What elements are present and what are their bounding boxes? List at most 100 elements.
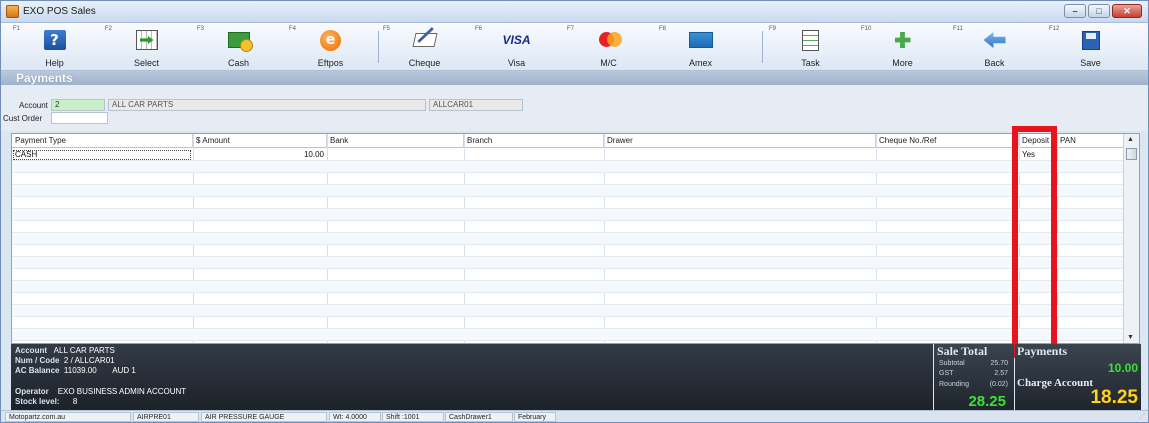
status-cash-drawer: CashDrawer1 — [445, 412, 513, 422]
table-row[interactable]: CASH 10.00 Yes — [12, 149, 1124, 161]
empty-row[interactable] — [12, 305, 1124, 317]
empty-row[interactable] — [12, 233, 1124, 245]
button-label: Help — [45, 58, 64, 68]
maximize-button[interactable]: □ — [1088, 4, 1110, 18]
fkey-label: F9 — [769, 26, 777, 32]
cell-amount[interactable]: 10.00 — [193, 149, 327, 161]
fkey-label: F12 — [1049, 26, 1060, 32]
help-button[interactable]: F1 ? Help — [9, 23, 100, 71]
cell-pan[interactable] — [1057, 149, 1124, 161]
help-icon: ? — [43, 29, 67, 51]
deposit-column-highlight — [1012, 126, 1057, 358]
column-header-payment-type[interactable]: Payment Type — [12, 134, 193, 148]
cell-cheque-ref[interactable] — [876, 149, 1019, 161]
info-account-row: Account ALL CAR PARTS — [15, 346, 115, 355]
scroll-down-icon[interactable]: ▼ — [1127, 334, 1134, 341]
empty-row[interactable] — [12, 185, 1124, 197]
status-weight: Wt: 4.0000 — [329, 412, 381, 422]
status-product-code: AIRPRE01 — [133, 412, 199, 422]
visa-button[interactable]: F6 VISA Visa — [471, 23, 562, 71]
minimize-button[interactable]: – — [1064, 4, 1086, 18]
sale-total-title: Sale Total — [937, 344, 988, 358]
cell-payment-type[interactable]: CASH — [12, 149, 192, 161]
window-title: EXO POS Sales — [23, 6, 96, 17]
column-header-amount[interactable]: $ Amount — [193, 134, 327, 148]
button-label: Task — [801, 58, 820, 68]
amex-icon — [688, 29, 713, 51]
info-account-label: Account — [15, 346, 47, 355]
empty-row[interactable] — [12, 329, 1124, 341]
empty-row[interactable] — [12, 293, 1124, 305]
button-label: Select — [133, 58, 159, 68]
cell-bank[interactable] — [327, 149, 464, 161]
empty-row[interactable] — [12, 281, 1124, 293]
empty-row[interactable] — [12, 209, 1124, 221]
account-label: Account — [19, 101, 48, 110]
button-label: Eftpos — [317, 58, 344, 68]
column-header-cheque-ref[interactable]: Cheque No./Ref — [876, 134, 1019, 148]
subtotal-label: Subtotal — [939, 360, 965, 367]
save-button[interactable]: F12 Save — [1045, 23, 1136, 71]
cust-order-input[interactable] — [51, 112, 108, 124]
cheque-icon — [412, 29, 437, 51]
status-site: Motopartz.com.au — [5, 412, 131, 422]
info-operator-value: EXO BUSINESS ADMIN ACCOUNT — [57, 387, 187, 396]
empty-row[interactable] — [12, 161, 1124, 173]
resize-grip-icon[interactable]: ⋰ — [1139, 413, 1145, 420]
info-stock-row: Stock level: 8 — [15, 397, 77, 406]
mastercard-button[interactable]: F7 M/C — [563, 23, 654, 71]
button-label: Back — [984, 58, 1005, 68]
payments-summary-title: Payments — [1017, 344, 1067, 358]
button-label: Cheque — [408, 58, 441, 68]
scroll-up-icon[interactable]: ▲ — [1127, 136, 1134, 143]
status-bar: Motopartz.com.au AIRPRE01 AIR PRESSURE G… — [1, 410, 1148, 422]
empty-row[interactable] — [12, 317, 1124, 329]
app-icon — [6, 5, 19, 18]
eftpos-button[interactable]: F4 e Eftpos — [285, 23, 376, 71]
sale-total-amount: 28.25 — [968, 393, 1006, 410]
task-button[interactable]: F9 Task — [765, 23, 856, 71]
column-header-drawer[interactable]: Drawer — [604, 134, 876, 148]
empty-row[interactable] — [12, 269, 1124, 281]
status-period: February — [514, 412, 556, 422]
select-button[interactable]: F2 Select — [101, 23, 192, 71]
title-bar: EXO POS Sales – □ ✕ — [1, 1, 1148, 23]
fkey-label: F4 — [289, 26, 297, 32]
info-balance-value: 11039.00 — [63, 366, 97, 375]
close-button[interactable]: ✕ — [1112, 4, 1142, 18]
section-header: Payments — [1, 71, 1148, 85]
info-currency: AUD 1 — [112, 366, 136, 375]
cheque-button[interactable]: F5 Cheque — [379, 23, 470, 71]
empty-row[interactable] — [12, 245, 1124, 257]
account-name-field: ALL CAR PARTS — [108, 99, 426, 111]
info-balance-row: AC Balance 11039.00 AUD 1 — [15, 366, 136, 375]
info-numcode-label: Num / Code — [15, 356, 60, 365]
amex-button[interactable]: F8 Amex — [655, 23, 746, 71]
back-button[interactable]: F11 Back — [949, 23, 1040, 71]
empty-row[interactable] — [12, 173, 1124, 185]
empty-row[interactable] — [12, 221, 1124, 233]
more-button[interactable]: F10 More — [857, 23, 948, 71]
empty-row[interactable] — [12, 257, 1124, 269]
window-controls: – □ ✕ — [1064, 4, 1142, 18]
button-label: More — [892, 58, 913, 68]
info-stock-label: Stock level: — [15, 397, 60, 406]
vertical-scrollbar[interactable]: ▲ ▼ — [1123, 134, 1139, 343]
column-header-bank[interactable]: Bank — [327, 134, 464, 148]
column-header-pan[interactable]: PAN — [1057, 134, 1124, 148]
payments-amount: 10.00 — [1107, 361, 1138, 375]
empty-row[interactable] — [12, 197, 1124, 209]
info-operator-row: Operator EXO BUSINESS ADMIN ACCOUNT — [15, 387, 186, 396]
rounding-label: Rounding — [939, 381, 969, 388]
visa-icon: VISA — [503, 29, 531, 51]
cell-branch[interactable] — [464, 149, 604, 161]
column-header-branch[interactable]: Branch — [464, 134, 604, 148]
account-number-field[interactable]: 2 — [51, 99, 105, 111]
gst-value: 2.57 — [994, 370, 1008, 377]
scroll-thumb[interactable] — [1126, 148, 1137, 160]
cash-button[interactable]: F3 Cash — [193, 23, 284, 71]
button-label: Save — [1080, 58, 1101, 68]
cell-drawer[interactable] — [604, 149, 876, 161]
info-numcode-row: Num / Code 2 / ALLCAR01 — [15, 356, 115, 365]
fkey-label: F2 — [105, 26, 113, 32]
